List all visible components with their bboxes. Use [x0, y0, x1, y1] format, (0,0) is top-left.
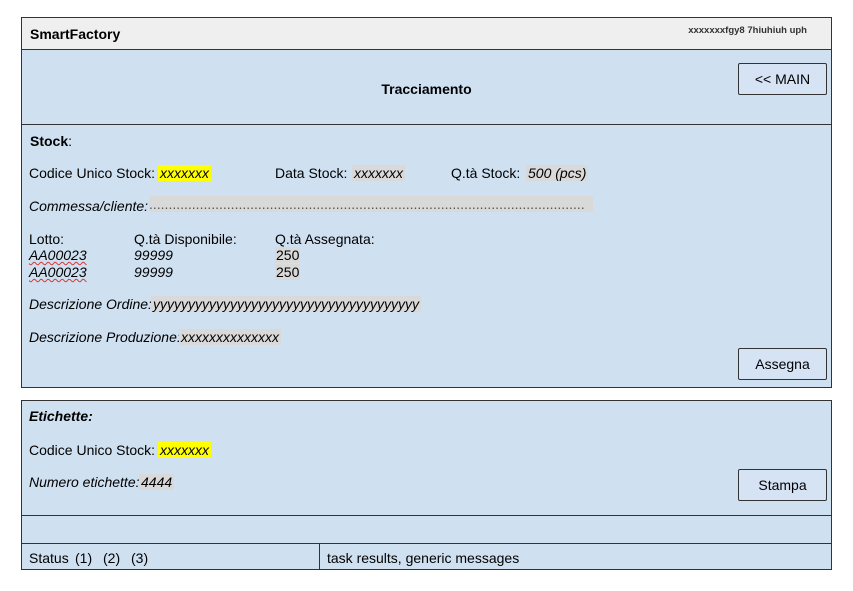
descr-ordine-value: yyyyyyyyyyyyyyyyyyyyyyyyyyyyyyyyyyyyyy — [151, 296, 421, 312]
numero-etichette-label: Numero etichette: — [29, 474, 140, 490]
status-bar: Status (1) (2) (3) — [21, 543, 320, 570]
app-window: SmartFactory xxxxxxxfgy8 7hiuhiuh uph Tr… — [21, 17, 832, 570]
commessa-label: Commessa/cliente: — [29, 198, 149, 214]
stock-data-label: Data Stock: — [275, 165, 348, 181]
commessa-value: ........................................… — [149, 196, 593, 212]
etichette-panel: Etichette: Codice Unico Stock: xxxxxxx N… — [21, 400, 832, 516]
col-assegnata-header: Q.tà Assegnata: — [275, 231, 375, 247]
etichette-codice-label: Codice Unico Stock: — [29, 442, 156, 458]
etichette-heading: Etichette: — [29, 408, 93, 424]
page-title: Tracciamento — [381, 81, 472, 97]
page-header: Tracciamento << MAIN — [21, 49, 832, 125]
status-message-area: task results, generic messages — [319, 543, 832, 570]
assegnata-row-2[interactable]: 250 — [275, 264, 301, 280]
lotto-row-1: AA00023 — [29, 247, 87, 263]
stock-codice-label: Codice Unico Stock: — [29, 165, 156, 181]
assign-button[interactable]: Assegna — [738, 348, 827, 380]
disponibile-row-1: 99999 — [134, 247, 173, 263]
descr-prod-label: Descrizione Produzione: — [29, 329, 181, 345]
status-message: task results, generic messages — [327, 550, 520, 566]
col-disponibile-header: Q.tà Disponibile: — [134, 231, 237, 247]
numero-etichette-input[interactable]: 4444 — [139, 474, 175, 490]
stock-codice-value: xxxxxxx — [158, 165, 211, 181]
descr-prod-value: xxxxxxxxxxxxxx — [179, 329, 281, 345]
status-label: Status — [29, 550, 69, 566]
assegnata-row-1[interactable]: 250 — [275, 247, 301, 263]
stock-panel: Stock: Codice Unico Stock: xxxxxxx Data … — [21, 124, 832, 388]
status-item-2[interactable]: (2) — [103, 550, 120, 566]
disponibile-row-2: 99999 — [134, 264, 173, 280]
stock-qta-label: Q.tà Stock: — [451, 165, 521, 181]
stock-qta-value: 500 (pcs) — [526, 165, 589, 181]
title-bar: SmartFactory xxxxxxxfgy8 7hiuhiuh uph — [21, 17, 832, 50]
lotto-row-2: AA00023 — [29, 264, 87, 280]
user-info: xxxxxxxfgy8 7hiuhiuh uph — [688, 25, 807, 36]
empty-panel — [21, 515, 832, 544]
status-item-3[interactable]: (3) — [131, 550, 148, 566]
descr-ordine-label: Descrizione Ordine: — [29, 296, 152, 312]
print-button[interactable]: Stampa — [738, 469, 827, 501]
stock-data-value: xxxxxxx — [352, 165, 405, 181]
col-lotto-header: Lotto: — [29, 231, 65, 247]
app-title: SmartFactory — [30, 26, 121, 42]
etichette-codice-value: xxxxxxx — [158, 442, 211, 458]
main-button[interactable]: << MAIN — [738, 63, 827, 95]
status-item-1[interactable]: (1) — [75, 550, 92, 566]
stock-heading: Stock: — [30, 133, 73, 149]
